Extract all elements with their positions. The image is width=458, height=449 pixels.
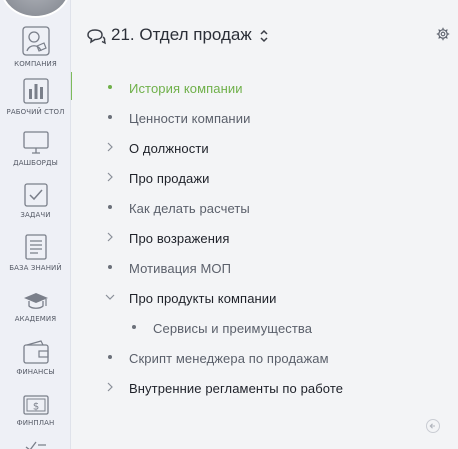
tree-folder-row[interactable]: Про возражения [72, 223, 458, 253]
sidebar-item-label: БАЗА ЗНАНИЙ [9, 264, 62, 272]
tree-item-row[interactable]: Скрипт менеджера по продажам [72, 343, 458, 373]
tree-item-row[interactable]: Как делать расчеты [72, 193, 458, 223]
sidebar-item-dashboards[interactable]: ДАШБОРДЫ [0, 131, 70, 167]
chevron-right-icon[interactable] [105, 232, 115, 242]
tree-folder-row[interactable]: Про продажи [72, 163, 458, 193]
bullet-icon [132, 325, 136, 329]
chevron-right-icon[interactable] [105, 172, 115, 182]
sidebar-item-label: КОМПАНИЯ [14, 60, 57, 68]
svg-text:$: $ [32, 402, 38, 413]
sidebar-item-label: ФИНАНСЫ [16, 368, 55, 376]
avatar[interactable] [0, 0, 70, 18]
sidebar-item-label: РАБОЧИЙ СТОЛ [6, 108, 65, 116]
document-icon [24, 234, 47, 260]
monitor-icon [22, 131, 49, 154]
main-content: 21. Отдел продаж История компании Ценност… [72, 0, 458, 449]
sidebar-item-label: ФИНПЛАН [16, 419, 55, 427]
sidebar-item-label: ДАШБОРДЫ [13, 159, 58, 167]
tree-item-label: Сервисы и преимущества [153, 321, 313, 336]
tree-item-row[interactable]: История компании [72, 73, 458, 103]
sidebar-item-desktop[interactable]: РАБОЧИЙ СТОЛ [0, 78, 70, 116]
sidebar-item-label: ЗАДАЧИ [20, 211, 51, 219]
tree-item-label: Внутренние регламенты по работе [129, 381, 344, 396]
graduation-cap-icon [23, 293, 48, 309]
wallet-icon [22, 340, 49, 364]
gear-icon[interactable] [436, 27, 450, 41]
sidebar-item-finplan[interactable]: $ ФИНПЛАН [0, 395, 70, 427]
tree-item-row[interactable]: Сервисы и преимущества [72, 313, 458, 343]
sidebar-item-tasks[interactable]: ЗАДАЧИ [0, 183, 70, 219]
sidebar-item-company[interactable]: КОМПАНИЯ [0, 26, 70, 68]
tree-item-label: Про продукты компании [129, 291, 277, 306]
page-title: 21. Отдел продаж [111, 25, 252, 44]
header: 21. Отдел продаж [72, 0, 458, 72]
bullet-icon [108, 205, 112, 209]
tree-item-label: Как делать расчеты [129, 201, 250, 216]
chat-bubbles-icon [87, 29, 106, 45]
bullet-icon [108, 85, 112, 89]
chevron-right-icon[interactable] [105, 142, 115, 152]
tree-item-label: Ценности компании [129, 111, 251, 126]
bar-chart-icon [22, 78, 49, 104]
bullet-icon [108, 265, 112, 269]
collapse-sidebar-button[interactable] [426, 419, 440, 433]
tree-folder-row[interactable]: О должности [72, 133, 458, 163]
sidebar-item-academy[interactable]: АКАДЕМИЯ [0, 291, 70, 323]
sidebar-item-knowledge-base[interactable]: БАЗА ЗНАНИЙ [0, 234, 70, 272]
bullet-icon [108, 115, 112, 119]
sidebar-item-label: АКАДЕМИЯ [14, 315, 57, 323]
tree-item-label: Мотивация МОП [129, 261, 232, 276]
dollar-bill-icon: $ [22, 395, 49, 415]
tree-folder-row[interactable]: Внутренние регламенты по работе [72, 373, 458, 403]
bullet-icon [108, 355, 112, 359]
checkmark-icon [25, 441, 46, 449]
checkbox-icon [23, 183, 48, 207]
sidebar-item-finance[interactable]: ФИНАНСЫ [0, 340, 70, 376]
tree-item-row[interactable]: Ценности компании [72, 103, 458, 133]
company-icon [21, 26, 50, 56]
sidebar: КОМПАНИЯ РАБОЧИЙ СТОЛ ДАШБОРДЫ ЗАДАЧИ БА… [0, 0, 71, 449]
tree-item-label: История компании [129, 81, 243, 96]
chevron-up-down-icon[interactable] [259, 28, 269, 44]
tree-item-label: Про продажи [129, 171, 210, 186]
tree-item-label: Скрипт менеджера по продажам [129, 351, 329, 366]
chevron-right-icon[interactable] [105, 382, 115, 392]
tree-item-label: Про возражения [129, 231, 230, 246]
tree-item-label: О должности [129, 141, 209, 156]
tree-item-row[interactable]: Мотивация МОП [72, 253, 458, 283]
chevron-down-icon[interactable] [105, 292, 115, 302]
arrow-left-icon [429, 423, 435, 429]
tree-folder-row[interactable]: Про продукты компании [72, 283, 458, 313]
